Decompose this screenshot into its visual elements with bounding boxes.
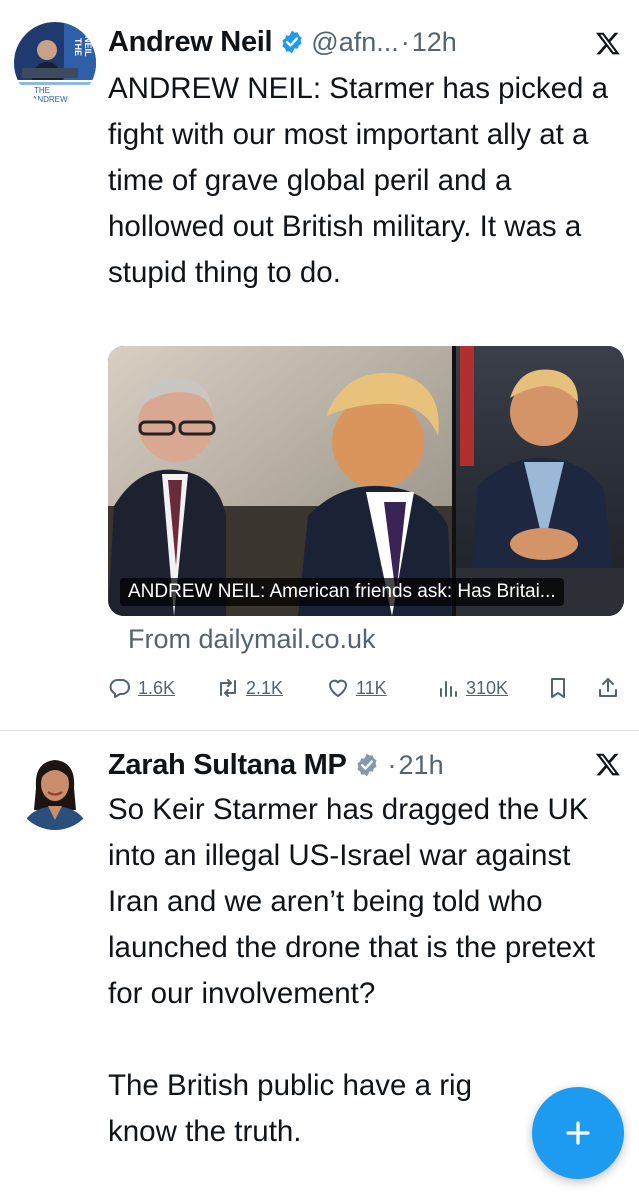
display-name[interactable]: Zarah Sultana MP [108, 749, 347, 782]
repost-button[interactable]: 2.1K [216, 676, 283, 700]
x-logo-icon[interactable] [595, 751, 621, 777]
share-icon [599, 678, 617, 697]
avatar-zarah-sultana[interactable] [14, 748, 96, 830]
card-image [108, 346, 624, 616]
reply-button[interactable]: 1.6K [108, 676, 175, 700]
separator-dot: · [400, 26, 410, 57]
views-count: 310K [466, 677, 509, 698]
timestamp[interactable]: 21h [399, 750, 444, 781]
card-caption: ANDREW NEIL: American friends ask: Has B… [120, 578, 564, 606]
tweet-andrew-neil[interactable]: THE NEIL THE ANDREW Andrew Neil @afn... … [0, 0, 639, 730]
avatar-label-andrew: ANDREW [32, 95, 68, 104]
views-button[interactable]: 310K [436, 676, 508, 700]
action-bar: 1.6K 2.1K 11K 310K [108, 676, 628, 710]
avatar-label-neil: NEIL [83, 36, 93, 57]
compose-button[interactable] [532, 1087, 624, 1179]
tweet-header: Andrew Neil @afn... · 12h [108, 22, 619, 62]
tweet-header: Zarah Sultana MP · 21h [108, 745, 619, 785]
views-icon [440, 681, 457, 697]
like-count: 11K [356, 677, 387, 698]
heart-icon [329, 679, 347, 697]
plus-icon [566, 1121, 590, 1145]
tweet-text: ANDREW NEIL: Starmer has picked a fight … [108, 72, 617, 289]
like-button[interactable]: 11K [326, 676, 387, 700]
reply-count: 1.6K [138, 677, 176, 698]
grey-verified-badge-icon [356, 753, 377, 777]
repost-icon [220, 679, 236, 697]
timestamp[interactable]: 12h [412, 27, 457, 58]
link-source[interactable]: From dailymail.co.uk [128, 624, 376, 655]
avatar-label-the-2: THE [34, 86, 50, 95]
bookmark-button[interactable] [546, 676, 576, 700]
user-handle[interactable]: @afn... [311, 27, 398, 58]
bookmark-icon [551, 678, 565, 698]
display-name[interactable]: Andrew Neil [108, 26, 273, 59]
avatar-andrew-neil[interactable]: THE NEIL THE ANDREW [14, 22, 96, 104]
avatar-label-the: THE [73, 38, 83, 56]
repost-count: 2.1K [246, 677, 284, 698]
x-logo-icon[interactable] [595, 30, 621, 56]
separator-dot: · [387, 749, 397, 780]
share-button[interactable] [596, 676, 626, 700]
verified-badge-icon [282, 30, 302, 54]
link-card[interactable]: ANDREW NEIL: American friends ask: Has B… [108, 346, 624, 616]
reply-icon [109, 679, 130, 698]
